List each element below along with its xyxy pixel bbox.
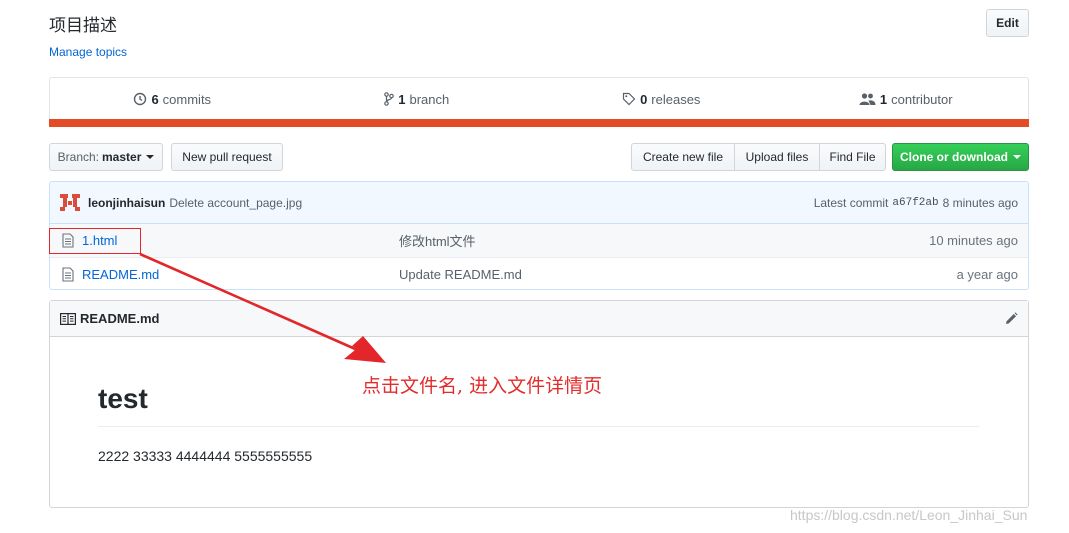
branch-icon <box>384 92 395 106</box>
people-icon <box>859 93 876 105</box>
book-icon <box>60 312 76 325</box>
history-icon <box>134 92 147 106</box>
commit-sha-link[interactable]: a67f2ab <box>892 197 938 209</box>
contributors-link[interactable]: 1 contributor <box>784 78 1029 120</box>
readme-heading: test <box>98 383 148 414</box>
commits-link[interactable]: 6 commits <box>50 78 295 120</box>
file-icon <box>60 266 76 282</box>
commit-author-link[interactable]: leonjinhaisun <box>88 196 165 210</box>
annotation-text: 点击文件名, 进入文件详情页 <box>362 375 603 397</box>
tag-icon <box>622 92 636 106</box>
readme-body: 2222 33333 4444444 5555555555 <box>98 448 313 464</box>
clone-label: Clone or download <box>900 150 1008 164</box>
readme-filename: README.md <box>80 311 160 326</box>
releases-count: 0 <box>640 91 648 107</box>
annotation-highlight-box <box>49 228 141 254</box>
readme-panel: README.md test 2222 33333 4444444 555555… <box>49 300 1029 508</box>
commits-label: commits <box>162 91 212 107</box>
upload-files-button[interactable]: Upload files <box>734 143 820 171</box>
readme-header: README.md <box>50 301 1028 337</box>
table-row: 1.html 修改html文件 10 minutes ago <box>50 224 1028 257</box>
create-new-file-button[interactable]: Create new file <box>631 143 735 171</box>
branch-count: 1 <box>398 91 406 107</box>
contributor-label: contributor <box>891 91 953 107</box>
repo-description: 项目描述 <box>49 16 117 36</box>
latest-commit-info: Latest commit a67f2ab 8 minutes ago <box>814 196 1018 210</box>
releases-link[interactable]: 0 releases <box>539 78 784 120</box>
file-age: a year ago <box>956 266 1018 282</box>
manage-topics-link[interactable]: Manage topics <box>49 45 127 59</box>
branch-label: branch <box>409 91 450 107</box>
caret-down-icon <box>1013 155 1021 159</box>
commit-age: 8 minutes ago <box>942 195 1018 210</box>
new-pull-request-button[interactable]: New pull request <box>171 143 283 171</box>
branch-select-button[interactable]: Branch: master <box>49 143 163 171</box>
clone-download-button[interactable]: Clone or download <box>892 143 1029 171</box>
file-commit-message-link[interactable]: Update README.md <box>399 267 957 282</box>
pencil-icon[interactable] <box>1004 311 1018 326</box>
file-age: 10 minutes ago <box>929 233 1018 248</box>
latest-commit-bar: leonjinhaisun Delete account_page.jpg La… <box>50 182 1028 224</box>
language-bar[interactable] <box>49 119 1029 127</box>
edit-button[interactable]: Edit <box>986 9 1029 37</box>
readme-divider <box>98 426 979 427</box>
releases-label: releases <box>651 91 701 107</box>
commits-count: 6 <box>151 91 159 107</box>
branch-name: master <box>102 150 142 164</box>
file-name-link[interactable]: README.md <box>82 267 399 282</box>
contributor-count: 1 <box>879 91 888 107</box>
table-row: README.md Update README.md a year ago <box>50 257 1028 289</box>
find-file-button[interactable]: Find File <box>819 143 886 171</box>
branch-prefix: Branch: <box>57 150 99 164</box>
file-commit-message-link[interactable]: 修改html文件 <box>399 231 929 250</box>
watermark: https://blog.csdn.net/Leon_Jinhai_Sun <box>790 507 1028 523</box>
commit-message-link[interactable]: Delete account_page.jpg <box>169 196 302 210</box>
caret-down-icon <box>146 155 155 159</box>
file-browser: leonjinhaisun Delete account_page.jpg La… <box>49 181 1029 290</box>
latest-commit-label: Latest commit <box>813 195 889 210</box>
branches-link[interactable]: 1 branch <box>295 78 540 120</box>
avatar[interactable] <box>60 193 80 213</box>
